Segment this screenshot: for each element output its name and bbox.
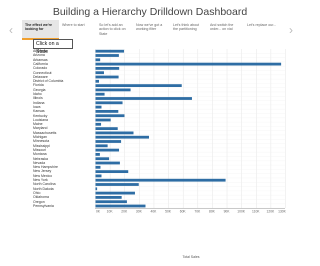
bar-minnesota[interactable]: [95, 140, 122, 143]
bar-ohio[interactable]: [95, 191, 135, 195]
bar-north-dakota[interactable]: [95, 187, 98, 191]
bar-delaware[interactable]: [95, 75, 119, 79]
bar-california[interactable]: [95, 62, 282, 66]
x-tick-label: 90K: [224, 209, 231, 213]
bar-massachusetts[interactable]: [95, 131, 134, 135]
x-tick-label: 110K: [252, 209, 260, 213]
bar-maine[interactable]: [95, 122, 102, 126]
story-navigator: ‹ The effect we're looking for Where to …: [0, 20, 300, 40]
bar-north-carolina[interactable]: [95, 183, 139, 186]
bar-alabama[interactable]: [95, 49, 125, 53]
bar-mississippi[interactable]: [95, 144, 108, 148]
bar-nevada[interactable]: [95, 161, 120, 165]
story-point-5[interactable]: Let's think about the partitioning: [170, 20, 207, 40]
bar-new-jersey[interactable]: [95, 170, 129, 173]
bar-new-mexico[interactable]: [95, 174, 102, 178]
bar-oregon[interactable]: [95, 200, 127, 204]
bar-arkansas[interactable]: [95, 58, 101, 62]
bar-illinois[interactable]: [95, 97, 192, 100]
x-axis-title: Total Sales: [182, 255, 200, 259]
bar-colorado[interactable]: [95, 67, 120, 70]
bar-louisiana[interactable]: [95, 118, 111, 122]
x-tick-label: 100K: [237, 209, 246, 213]
story-point-4[interactable]: Now we've got a working filter: [133, 20, 170, 40]
x-tick-label: 40K: [151, 209, 158, 213]
story-point-7[interactable]: Let's replace our...: [244, 20, 281, 40]
bar-montana[interactable]: [95, 153, 100, 156]
sales-bar-chart: 0K 10K 20K 30K 40K 50K 60K 70K 80K 90K 100K 110K 120…: [95, 49, 287, 250]
state-label-pennsylvania[interactable]: Pennsylvania: [33, 204, 95, 208]
bar-michigan[interactable]: [95, 135, 149, 139]
x-tick-label: 30K: [136, 209, 143, 213]
x-tick-label: 10K: [107, 209, 114, 213]
bar-new-york[interactable]: [95, 178, 226, 182]
bar-chart-svg: 0K 10K 20K 30K 40K 50K 60K 70K 80K 90K 100K 110K 120…: [95, 49, 287, 213]
x-tick-label: 60K: [180, 209, 187, 213]
click-state-callout: Click on a State: [33, 39, 73, 55]
bar-nebraska[interactable]: [95, 157, 110, 161]
bar-idaho[interactable]: [95, 92, 105, 96]
x-tick-label: 80K: [209, 209, 216, 213]
story-point-2[interactable]: Where to start: [59, 20, 96, 40]
bar-iowa[interactable]: [95, 105, 102, 109]
x-tick-label: 120K: [267, 209, 276, 213]
chevron-left-icon[interactable]: ‹: [6, 23, 16, 37]
bar-kansas[interactable]: [95, 110, 119, 113]
bar-georgia[interactable]: [95, 88, 131, 92]
bar-new-hampshire[interactable]: [95, 165, 101, 169]
story-point-3[interactable]: So let's add an action to click on State: [96, 20, 133, 40]
x-tick-label: 50K: [165, 209, 172, 213]
bar-connecticut[interactable]: [95, 71, 104, 75]
story-point-1[interactable]: The effect we're looking for: [22, 20, 59, 40]
bar-kentucky[interactable]: [95, 114, 125, 118]
chevron-right-icon[interactable]: ›: [286, 23, 296, 37]
bar-maryland[interactable]: [95, 127, 118, 130]
x-tick-label: 130K: [278, 209, 287, 213]
x-tick-label: 20K: [121, 209, 128, 213]
bar-oklahoma[interactable]: [95, 196, 122, 199]
bar-arizona[interactable]: [95, 54, 119, 57]
story-point-6[interactable]: And switch the order... on vial: [207, 20, 244, 40]
bar-district-of-columbia[interactable]: [95, 79, 100, 83]
x-tick-label: 0K: [96, 209, 101, 213]
page-title: Building a Hierarchy Drilldown Dashboard: [52, 6, 248, 18]
x-tick-label: 70K: [194, 209, 201, 213]
bar-florida[interactable]: [95, 84, 182, 87]
bar-missouri[interactable]: [95, 148, 120, 152]
bar-indiana[interactable]: [95, 101, 123, 105]
bar-pennsylvania[interactable]: [95, 204, 146, 208]
